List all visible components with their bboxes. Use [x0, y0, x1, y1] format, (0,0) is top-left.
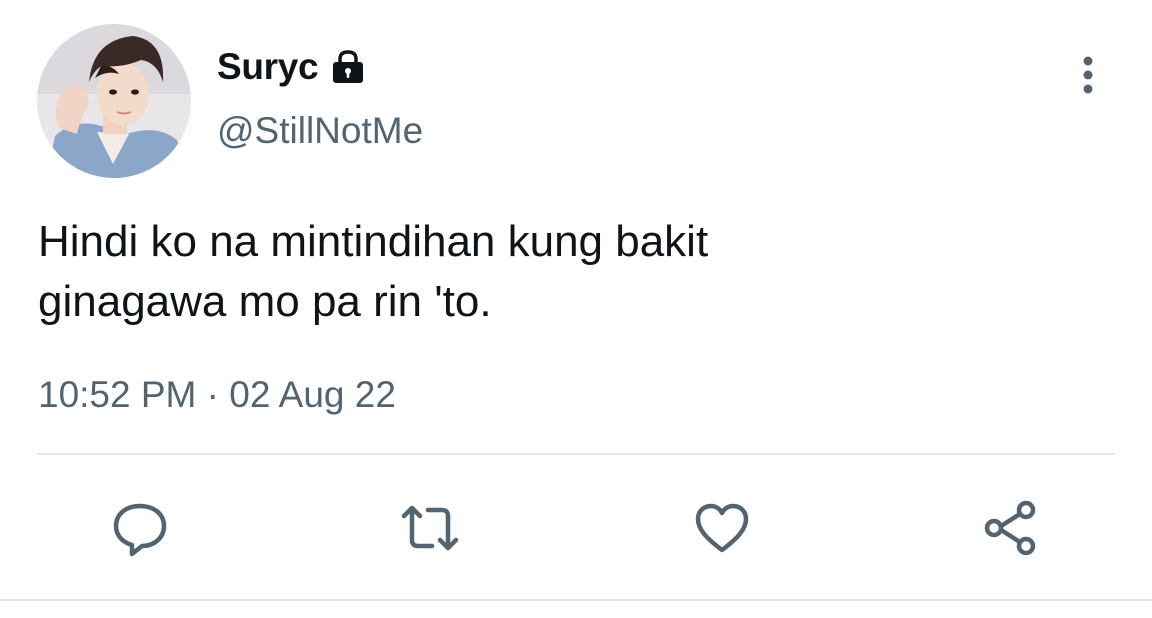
heart-icon: [695, 503, 749, 553]
user-handle[interactable]: @StillNotMe: [217, 110, 423, 152]
avatar[interactable]: [37, 24, 191, 178]
avatar-photo: [37, 24, 191, 178]
more-vertical-icon: [1083, 56, 1093, 94]
share-icon: [984, 500, 1036, 556]
reply-icon: [113, 503, 167, 557]
more-options-button[interactable]: [1068, 52, 1108, 98]
divider-bottom: [0, 599, 1152, 601]
reply-button[interactable]: [108, 496, 172, 560]
retweet-icon: [401, 505, 459, 551]
display-name[interactable]: Suryc: [217, 46, 319, 88]
tweet-timestamp[interactable]: 10:52 PM · 02 Aug 22: [38, 374, 396, 416]
like-button[interactable]: [690, 496, 754, 560]
lock-icon: [328, 47, 368, 87]
display-name-row: Suryc: [217, 42, 368, 92]
tweet-text: Hindi ko na mintindihan kung bakit ginag…: [38, 217, 709, 326]
share-button[interactable]: [978, 496, 1042, 560]
retweet-button[interactable]: [398, 496, 462, 560]
tweet-card: Suryc @StillNotMe Hindi ko na mintindiha…: [0, 0, 1152, 618]
divider: [37, 453, 1115, 455]
